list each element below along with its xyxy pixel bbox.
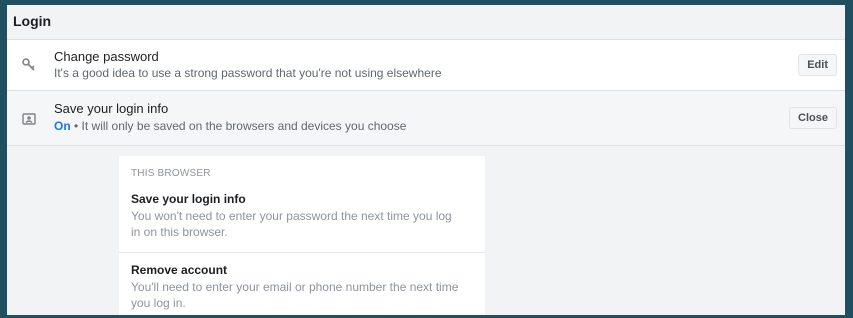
status-on-label: On <box>54 119 71 133</box>
save-login-info-option[interactable]: Save your login info You won't need to e… <box>119 188 485 253</box>
remove-account-option[interactable]: Remove account You'll need to enter your… <box>119 253 485 315</box>
id-card-icon <box>21 111 37 127</box>
expanded-area: THIS BROWSER Save your login info You wo… <box>7 146 845 315</box>
save-login-info-description: It will only be saved on the browsers an… <box>81 119 407 133</box>
key-icon <box>21 57 37 73</box>
option-title: Remove account <box>131 263 228 277</box>
login-settings-panel: Login Change password It's a good idea t… <box>7 5 845 315</box>
save-login-info-title: Save your login info <box>54 101 169 116</box>
save-login-info-row[interactable]: Save your login info On • It will only b… <box>7 91 845 146</box>
option-description: You'll need to enter your email or phone… <box>131 280 459 310</box>
edit-button[interactable]: Edit <box>798 54 837 76</box>
save-login-info-subtitle: On • It will only be saved on the browse… <box>54 119 406 133</box>
section-header: Login <box>7 5 845 40</box>
change-password-row[interactable]: Change password It's a good idea to use … <box>7 40 845 91</box>
change-password-title: Change password <box>54 49 159 64</box>
option-description: You won't need to enter your password th… <box>131 209 452 239</box>
this-browser-label: THIS BROWSER <box>131 168 211 179</box>
close-button[interactable]: Close <box>789 107 837 129</box>
window-frame: Login Change password It's a good idea t… <box>0 0 853 318</box>
change-password-subtitle: It's a good idea to use a strong passwor… <box>54 66 442 80</box>
option-title: Save your login info <box>131 192 246 206</box>
section-title: Login <box>13 13 52 29</box>
status-separator: • <box>70 119 82 133</box>
browser-card: THIS BROWSER Save your login info You wo… <box>119 156 485 315</box>
